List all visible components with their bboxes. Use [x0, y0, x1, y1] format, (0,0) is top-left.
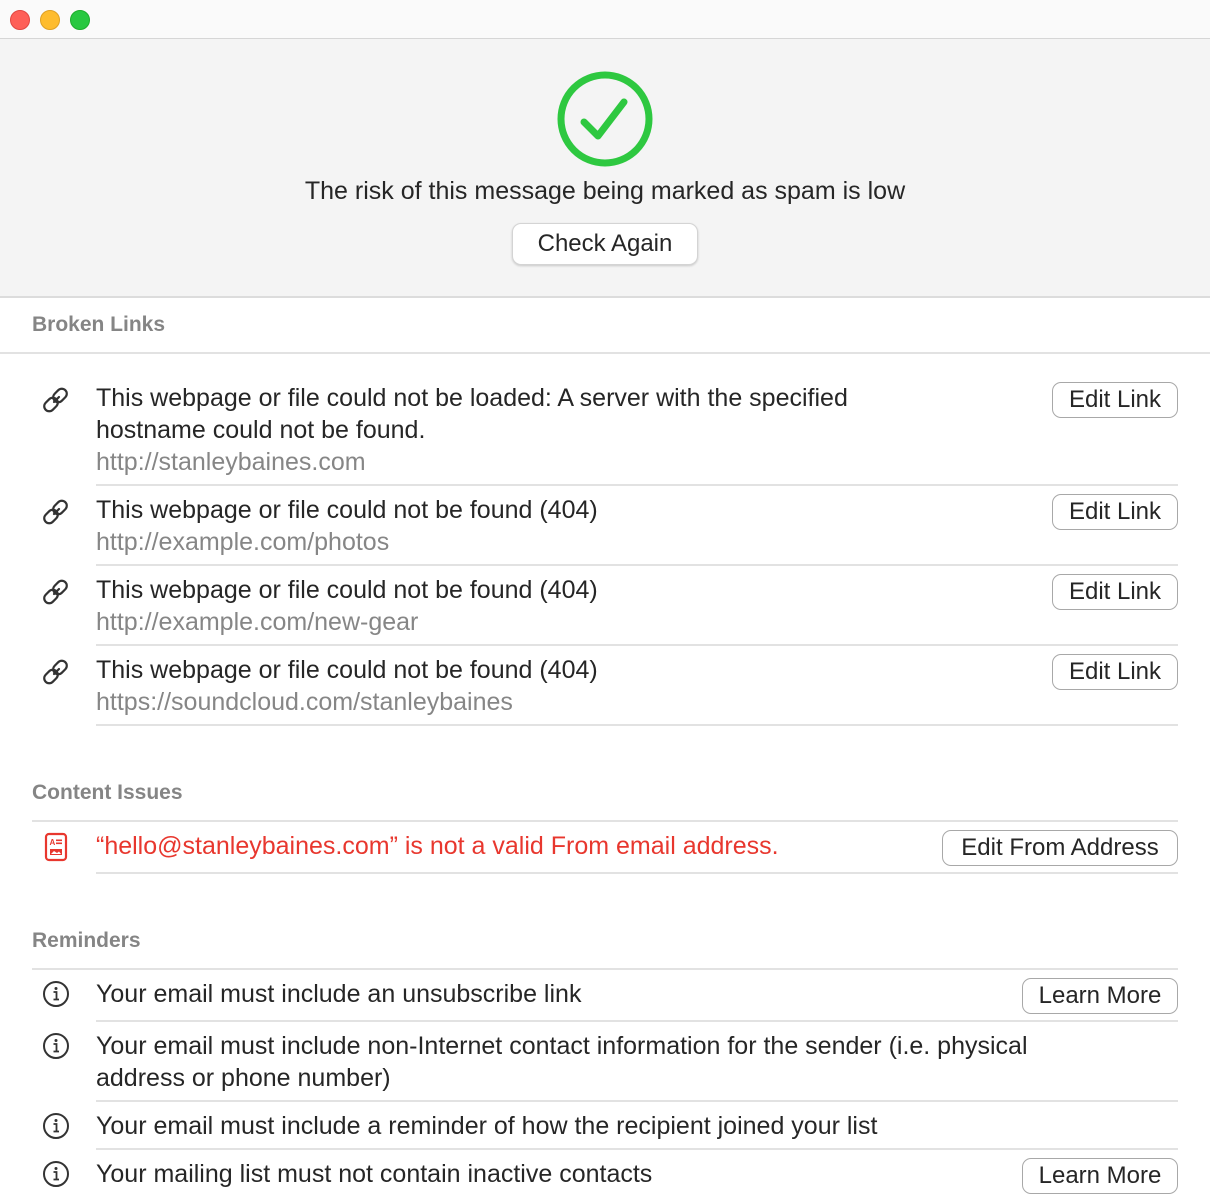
check-again-button[interactable]: Check Again — [512, 223, 698, 265]
window-maximize-button[interactable] — [70, 10, 90, 30]
link-icon — [43, 579, 68, 605]
info-icon — [43, 981, 69, 1007]
edit-link-button[interactable]: Edit Link — [1052, 494, 1178, 530]
broken-link-message: This webpage or file could not be found … — [96, 576, 598, 604]
info-icon — [43, 1113, 69, 1139]
divider — [0, 352, 1210, 354]
divider — [96, 644, 1178, 646]
divider — [96, 724, 1178, 726]
divider — [96, 872, 1178, 874]
divider — [96, 1148, 1178, 1150]
window-minimize-button[interactable] — [40, 10, 60, 30]
info-icon — [43, 1033, 69, 1059]
info-icon — [43, 1161, 69, 1187]
reminder-message: Your email must include a reminder of ho… — [96, 1112, 878, 1140]
link-icon — [43, 659, 68, 685]
broken-link-url: http://stanleybaines.com — [96, 448, 366, 476]
broken-link-message: This webpage or file could not be loaded… — [96, 384, 848, 412]
edit-link-button[interactable]: Edit Link — [1052, 654, 1178, 690]
reminder-message: Your mailing list must not contain inact… — [96, 1160, 653, 1188]
broken-link-url: https://soundcloud.com/stanleybaines — [96, 688, 513, 716]
edit-from-address-button[interactable]: Edit From Address — [942, 830, 1178, 866]
window-close-button[interactable] — [10, 10, 30, 30]
link-icon — [43, 499, 68, 525]
reminder-message: Your email must include an unsubscribe l… — [96, 980, 582, 1008]
divider — [96, 484, 1178, 486]
broken-link-message: This webpage or file could not be found … — [96, 496, 598, 524]
reminder-row: Your mailing list must not contain inact… — [0, 1158, 1210, 1198]
broken-link-message-cont: hostname could not be found. — [96, 416, 426, 444]
reminder-row: Your email must include a reminder of ho… — [0, 1110, 1210, 1150]
broken-link-row: This webpage or file could not be loaded… — [0, 382, 1210, 482]
broken-link-message: This webpage or file could not be found … — [96, 656, 598, 684]
content-issue-message: “hello@stanleybaines.com” is not a valid… — [96, 832, 779, 860]
broken-link-url: http://example.com/new-gear — [96, 608, 419, 636]
divider — [96, 564, 1178, 566]
learn-more-button[interactable]: Learn More — [1022, 978, 1178, 1014]
divider — [32, 820, 1178, 822]
spam-risk-header: The risk of this message being marked as… — [0, 39, 1210, 298]
reminder-row: Your email must include an unsubscribe l… — [0, 978, 1210, 1018]
contact-card-icon: A — [44, 832, 68, 862]
section-title-broken-links: Broken Links — [32, 313, 166, 336]
reminder-message-cont: address or phone number) — [96, 1064, 391, 1092]
broken-link-row: This webpage or file could not be found … — [0, 494, 1210, 564]
divider — [32, 968, 1178, 970]
checkmark-circle-icon — [557, 71, 653, 167]
broken-link-row: This webpage or file could not be found … — [0, 574, 1210, 644]
link-icon — [43, 387, 68, 413]
broken-link-row: This webpage or file could not be found … — [0, 654, 1210, 724]
spam-risk-message: The risk of this message being marked as… — [304, 177, 906, 205]
reminder-message: Your email must include non-Internet con… — [96, 1032, 1028, 1060]
section-title-content-issues: Content Issues — [32, 781, 183, 804]
divider — [96, 1100, 1178, 1102]
content-issue-row: A “hello@stanleybaines.com” is not a val… — [0, 830, 1210, 870]
reminder-row: Your email must include non-Internet con… — [0, 1030, 1210, 1096]
learn-more-button[interactable]: Learn More — [1022, 1158, 1178, 1194]
window-titlebar — [0, 0, 1210, 39]
section-title-reminders: Reminders — [32, 929, 141, 952]
broken-link-url: http://example.com/photos — [96, 528, 390, 556]
edit-link-button[interactable]: Edit Link — [1052, 382, 1178, 418]
divider — [96, 1020, 1178, 1022]
edit-link-button[interactable]: Edit Link — [1052, 574, 1178, 610]
svg-text:A: A — [50, 838, 56, 847]
